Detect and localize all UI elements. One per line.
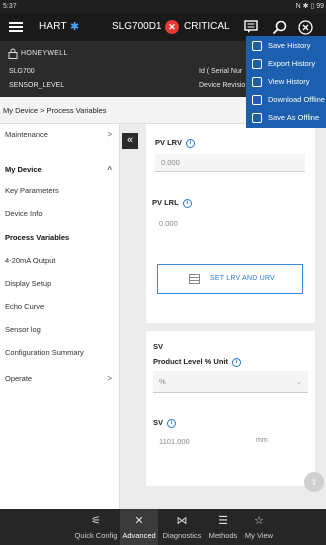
product-level-unit-label-text: Product Level % Unit [153,357,229,366]
lock-icon [8,48,18,59]
sidebar-item-label: Maintenance [5,130,48,139]
sidebar-item-my-device[interactable]: My Device ^ [0,159,120,181]
tools-icon: ✕ [134,515,144,527]
critical-error-icon: ✕ [165,20,179,34]
chevron-right-icon: > [107,374,112,383]
device-sensor-tag: SENSOR_LEVEL [9,82,65,89]
sidebar-item-label: My Device [5,165,42,174]
device-revision-label: Device Revisio [199,82,246,89]
chevron-right-icon: > [107,130,112,139]
menu-item-label: Export History [268,59,316,68]
sv-label: SV i [153,418,177,428]
pv-lrl-value: 0.000 [159,219,178,228]
menu-item-view-history[interactable]: View History [246,73,326,91]
chevron-down-icon: ⌄ [295,377,302,386]
process-variables-card: PV LRV i 0.000 PV LRL i 0.000 SET LRV AND … [146,124,315,323]
info-icon[interactable]: i [185,138,195,148]
product-level-unit-label: Product Level % Unit i [153,357,242,367]
sidebar-item-sensor-log[interactable]: Sensor log [0,319,120,341]
protocol-label: HART [39,21,67,32]
menu-item-label: Save As Offline [268,113,320,122]
tab-label: Diagnostics [162,531,202,540]
menu-item-label: Save History [268,41,311,50]
sliders-icon: ⚟ [91,515,101,527]
tab-advanced[interactable]: ✕ Advanced [120,509,158,545]
tab-label: Quick Config [74,531,118,540]
menu-item-label: View History [268,77,310,86]
sidebar-nav: Maintenance > My Device ^ Key Parameters D… [0,124,120,509]
sv-value: 1101.000 [159,437,190,446]
sv-section-title: SV [153,342,164,351]
list-icon: ☰ [218,515,228,527]
tab-my-view[interactable]: ☆ My View [242,509,276,545]
sidebar-item-key-parameters[interactable]: Key Parameters [0,180,120,202]
info-icon[interactable]: i [232,357,242,367]
collapse-sidebar-button[interactable]: « [122,133,138,149]
save-offline-icon [252,113,262,123]
serial-number-label: Id ( Serial Nur [199,68,243,75]
chevron-up-icon: ^ [107,165,112,174]
unit-selected-value: % [159,377,166,386]
tab-label: My View [244,531,274,540]
table-icon [189,274,200,284]
menu-item-label: Download Offline [268,95,325,104]
sv-unit: mm [256,437,268,444]
bluetooth-icon: ✱ [70,21,80,33]
sidebar-item-process-variables[interactable]: Process Variables [0,227,120,249]
product-level-unit-select[interactable]: % ⌄ [153,371,308,393]
status-time: 5:37 [3,3,17,10]
pv-lrv-label: PV LRV i [155,138,195,148]
view-history-icon [252,77,262,87]
tab-label: Methods [208,531,238,540]
sv-label-text: SV [153,418,164,427]
menu-item-download-offline[interactable]: Download Offline [246,91,326,109]
download-icon [252,95,262,105]
device-vendor: HONEYWELL [21,50,68,57]
save-history-icon [252,41,262,51]
secondary-variable-card: SV Product Level % Unit i % ⌄ SV i 1101.000… [146,331,315,486]
bottom-nav: ⚟ Quick Config ✕ Advanced ⋈ Diagnostics ☰ Me… [0,509,326,545]
device-tag: SLG700D1 [112,21,162,32]
sidebar-item-device-info[interactable]: Device Info [0,203,120,225]
sidebar-item-4-20ma-output[interactable]: 4-20mA Output [0,250,120,272]
tab-diagnostics[interactable]: ⋈ Diagnostics [160,509,204,545]
star-icon: ☆ [254,515,264,527]
tab-label: Advanced [122,531,156,540]
sidebar-item-configuration-summary[interactable]: Configuration Summary [0,342,120,364]
tab-methods[interactable]: ☰ Methods [206,509,240,545]
pv-lrv-field: 0.000 [155,154,305,172]
pv-lrl-label-text: PV LRL [152,198,179,207]
info-icon[interactable]: i [182,198,192,208]
sidebar-item-maintenance[interactable]: Maintenance > [0,124,120,146]
set-button-label: SET LRV AND URV [210,275,275,282]
pv-lrv-label-text: PV LRV [155,138,182,147]
share-icon[interactable]: ⇪ [304,472,324,492]
diagnostics-icon: ⋈ [176,515,188,527]
sidebar-item-echo-curve[interactable]: Echo Curve [0,296,120,318]
menu-item-export-history[interactable]: Export History [246,55,326,73]
sidebar-item-operate[interactable]: Operate > [0,368,120,390]
export-icon [252,59,262,69]
pv-lrl-label: PV LRL i [152,198,192,208]
menu-item-save-as-offline[interactable]: Save As Offline [246,109,326,127]
overflow-menu: Save History Export History View History… [246,36,326,128]
sidebar-item-display-setup[interactable]: Display Setup [0,273,120,295]
tab-quick-config[interactable]: ⚟ Quick Config [70,509,122,545]
device-status: CRITICAL [184,21,230,32]
sidebar-item-label: Operate [5,374,33,383]
menu-item-save-history[interactable]: Save History [246,37,326,55]
info-icon[interactable]: i [167,418,177,428]
set-lrv-urv-button[interactable]: SET LRV AND URV [157,264,303,294]
status-bar: 5:37 N ✱ ▯ 99 [0,0,326,13]
hamburger-menu-icon[interactable] [9,13,25,41]
device-model: SLG700 [9,68,35,75]
status-indicators: N ✱ ▯ 99 [295,3,324,10]
